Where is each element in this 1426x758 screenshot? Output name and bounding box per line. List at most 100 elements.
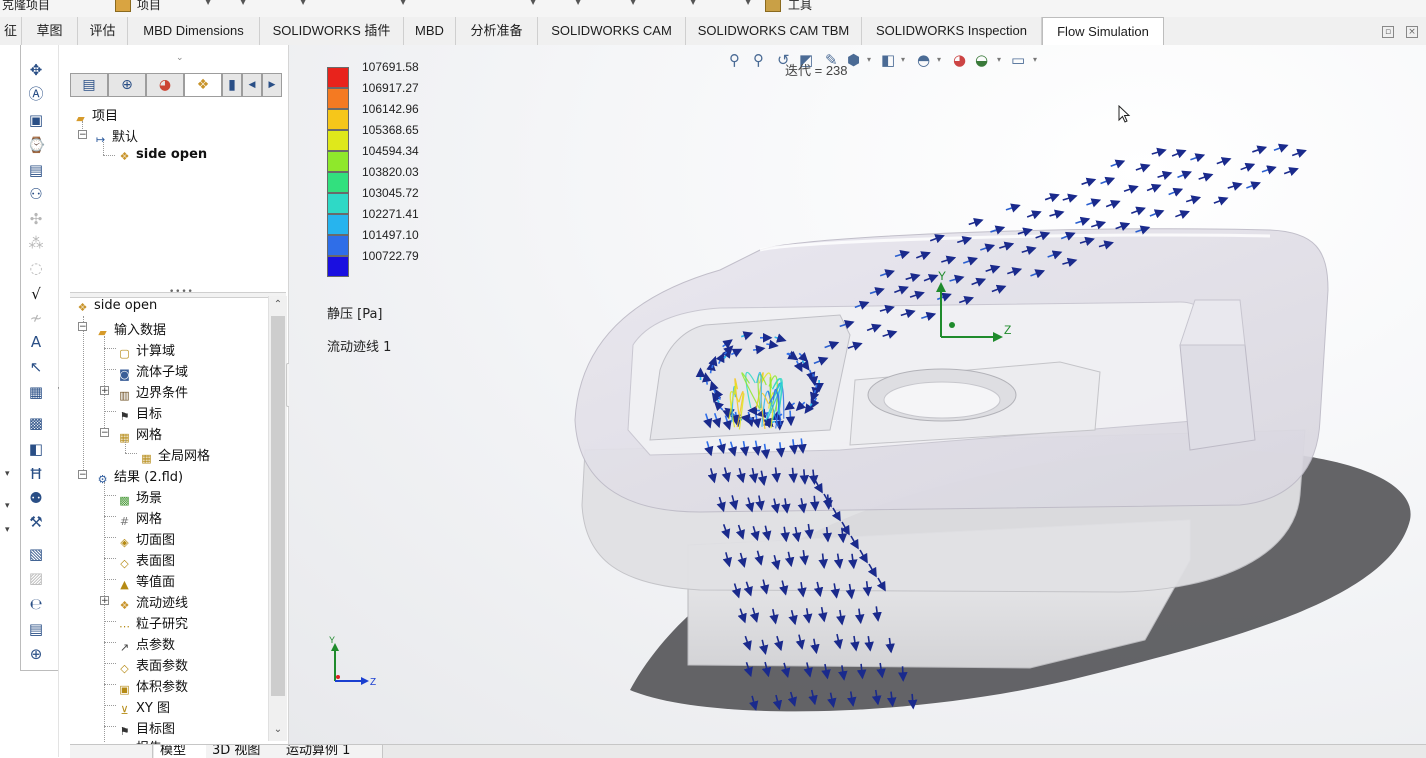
view-settings-icon[interactable]: ▭	[1011, 51, 1025, 69]
flow-trajectories-item[interactable]: ❖ 流动迹线	[117, 592, 188, 613]
zoom-area-icon[interactable]: ⚲	[753, 51, 764, 69]
xy-plot-icon[interactable]: Ħ	[27, 465, 45, 483]
mesh-item[interactable]: ▦ 网格	[117, 424, 162, 445]
zoom-to-fit-icon[interactable]: ⚲	[729, 51, 740, 69]
property-manager-tab-icon[interactable]: ⊕	[108, 73, 146, 97]
results-mesh-item[interactable]: # 网格	[117, 508, 162, 529]
chevron-down-icon[interactable]: ▼	[300, 0, 306, 6]
surface-parameters-item[interactable]: ◇ 表面参数	[117, 655, 188, 676]
tab-5[interactable]: MBD	[404, 17, 456, 45]
text-annotation-icon[interactable]: A	[27, 333, 45, 351]
point-parameters-item[interactable]: ↗ 点参数	[117, 634, 175, 655]
calculation-control-icon[interactable]: ⌚	[27, 136, 46, 154]
bottom-tab-0[interactable]	[70, 745, 153, 758]
fluid-subdomain-item[interactable]: ◙ 流体子域	[117, 361, 188, 382]
point-parameters-icon[interactable]: ⚉	[27, 489, 45, 507]
particle-studies-item[interactable]: ⋯ 粒子研究	[117, 613, 188, 634]
tab-7[interactable]: SOLIDWORKS CAM	[538, 17, 686, 45]
flow-analysis-tab-icon[interactable]: ❖	[184, 73, 222, 97]
tab-8[interactable]: SOLIDWORKS CAM TBM	[686, 17, 862, 45]
results-item[interactable]: ⚙ 结果 (2.fld)	[95, 466, 184, 487]
xy-plots-item[interactable]: ⊻ XY 图	[117, 697, 170, 718]
surface-plot-icon[interactable]: ◧	[27, 440, 45, 458]
collapse-mesh-icon[interactable]: −	[100, 428, 109, 438]
cut-plot-icon[interactable]: ▩	[27, 414, 45, 432]
tab-3[interactable]: MBD Dimensions	[128, 17, 260, 45]
chevron-down-icon[interactable]: ▼	[400, 0, 406, 6]
project-menu[interactable]: 项目	[137, 0, 161, 13]
global-mesh-item[interactable]: ▦ 全局网格	[139, 445, 210, 466]
export-icon[interactable]: ℮	[27, 595, 45, 613]
appearance-tab-icon[interactable]: ◕	[146, 73, 184, 97]
tab-2[interactable]: 评估	[78, 17, 128, 45]
tab-9[interactable]: SOLIDWORKS Inspection	[862, 17, 1042, 45]
chevron-down-icon[interactable]: ▼	[745, 0, 751, 6]
project-root-item[interactable]: ▰ 项目	[73, 105, 118, 126]
computational-domain-item[interactable]: ▢ 计算域	[117, 340, 175, 361]
bottom-tab-1[interactable]: 模型	[154, 745, 207, 758]
boundary-icon[interactable]: ⚇	[27, 185, 45, 203]
general-settings-icon[interactable]: Ⓐ	[27, 85, 45, 103]
collapse-icon[interactable]: −	[78, 130, 87, 140]
tools-menu[interactable]: 工具	[788, 0, 812, 13]
view-orientation-icon[interactable]: ⬢	[847, 51, 860, 69]
input-data-item[interactable]: ▰ 输入数据	[95, 319, 166, 340]
run-icon[interactable]: ▤	[27, 161, 45, 179]
display-style-icon[interactable]: ◧	[881, 51, 895, 69]
isosurfaces-item[interactable]: ▲ 等值面	[117, 571, 175, 592]
expand-flow-trajectories-icon[interactable]: +	[100, 596, 109, 606]
goal-plots-item[interactable]: ⚑ 目标图	[117, 718, 175, 739]
chevron-down-icon[interactable]: ▾	[901, 55, 905, 64]
chevron-down-icon[interactable]: ▼	[690, 0, 696, 6]
report-item[interactable]: ▤报告	[117, 737, 162, 744]
chevron-down-icon[interactable]: ▾	[867, 55, 871, 64]
boundary-conditions-item[interactable]: ▥ 边界条件	[117, 382, 188, 403]
probe-icon[interactable]: ⚒	[27, 513, 45, 531]
close-window-icon[interactable]: ×	[1406, 26, 1418, 38]
sensor-icon[interactable]: ↖	[27, 358, 45, 376]
flow-project-item[interactable]: ❖ side open	[117, 147, 208, 164]
cut-plots-item[interactable]: ◈ 切面图	[117, 529, 175, 550]
origin-icon[interactable]: ⊕	[27, 645, 45, 663]
collapse-input-icon[interactable]: −	[78, 322, 87, 332]
chevron-down-icon[interactable]: ▼	[575, 0, 581, 6]
chevron-down-icon[interactable]: ▼	[630, 0, 636, 6]
apply-scene-icon[interactable]: ◒	[975, 51, 988, 69]
restore-window-icon[interactable]: ▫	[1382, 26, 1394, 38]
units-icon[interactable]: ▣	[27, 111, 45, 129]
graphics-viewport[interactable]: Y Z ⚲ ⚲ ↺ ◩ ✎ ⬢ ▾ ◧ ▾ ◓ ▾ ◕ ◒ ▾ ▭ ▾ 迭代 =…	[289, 45, 1426, 744]
results-icon[interactable]: ▧	[27, 545, 45, 563]
tab-10[interactable]: Flow Simulation	[1042, 17, 1164, 46]
chevron-down-icon[interactable]: ▾	[1033, 55, 1037, 64]
clone-project-menu[interactable]: 克隆项目	[2, 0, 50, 13]
analysis-root-item[interactable]: ❖ side open	[75, 298, 158, 315]
tab-4[interactable]: SOLIDWORKS 插件	[260, 17, 404, 45]
feature-tree-tab-icon[interactable]: ▤	[70, 73, 108, 97]
goals-item[interactable]: ⚑ 目标	[117, 403, 162, 424]
scroll-up-icon[interactable]: ⌃	[271, 296, 285, 314]
scroll-down-icon[interactable]: ⌄	[271, 721, 285, 739]
surface-plots-item[interactable]: ◇ 表面图	[117, 550, 175, 571]
tab-0[interactable]: 征	[0, 17, 22, 45]
config-item-default[interactable]: ↦ 默认	[93, 126, 138, 147]
goal-icon[interactable]: √	[27, 285, 45, 303]
tab-scroll-left-icon[interactable]: ◀	[242, 73, 262, 97]
flow-wizard-icon[interactable]: ✥	[27, 61, 45, 79]
tab-1[interactable]: 草图	[22, 17, 78, 45]
edit-appearance-icon[interactable]: ◕	[953, 51, 966, 69]
bottom-tab-3[interactable]: 运动算例 1	[280, 745, 383, 758]
step-icon[interactable]: ▤	[27, 620, 45, 638]
expand-boundary-icon[interactable]: +	[100, 386, 109, 396]
chevron-down-icon[interactable]: ▾	[937, 55, 941, 64]
tab-scroll-right-icon[interactable]: ▶	[262, 73, 282, 97]
tab-6[interactable]: 分析准备	[456, 17, 538, 45]
chevron-down-icon[interactable]: ▼	[205, 0, 211, 6]
volume-parameters-item[interactable]: ▣ 体积参数	[117, 676, 188, 697]
chevron-down-icon[interactable]: ▼	[530, 0, 536, 6]
collapse-results-icon[interactable]: −	[78, 470, 87, 480]
tree-scrollbar[interactable]: ⌃ ⌄	[268, 296, 287, 741]
extra-tab-icon[interactable]: ▮	[222, 73, 242, 97]
chevron-down-icon[interactable]: ▾	[997, 55, 1001, 64]
hide-show-items-icon[interactable]: ◓	[917, 51, 930, 69]
bottom-tab-2[interactable]: 3D 视图	[206, 745, 281, 758]
